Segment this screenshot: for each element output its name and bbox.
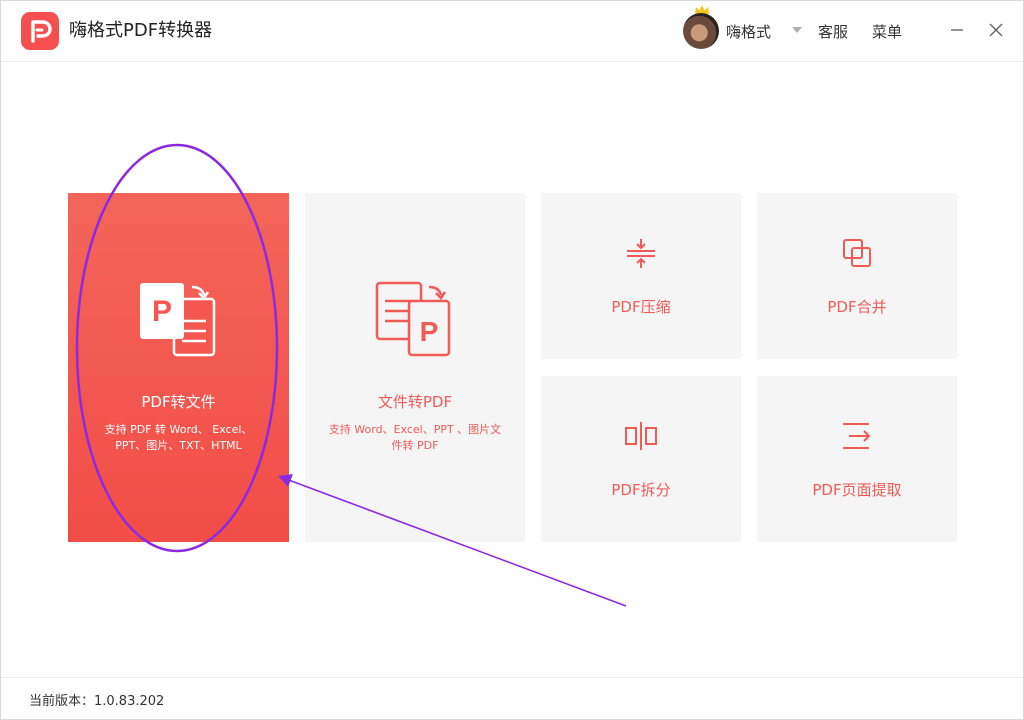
svg-text:P: P [420, 316, 439, 347]
tile-title: PDF合并 [827, 298, 887, 316]
tile-desc-line2: 件转 PDF [391, 439, 439, 452]
menu-button[interactable]: 菜单 [872, 21, 902, 42]
title-bar: 嗨格式PDF转换器 嗨格式 客服 菜单 [1, 1, 1023, 62]
username[interactable]: 嗨格式 [726, 21, 771, 42]
minimize-icon[interactable] [946, 19, 968, 41]
tile-pdf-compress[interactable]: PDF压缩 [541, 193, 741, 359]
split-icon [625, 422, 657, 450]
tile-pdf-merge[interactable]: PDF合并 [757, 193, 957, 359]
tile-title: PDF拆分 [611, 481, 671, 499]
compress-icon [627, 239, 655, 268]
close-icon[interactable] [985, 19, 1007, 41]
tile-file-to-pdf[interactable]: P 文件转PDF 支持 Word、Excel、PPT 、图片文 件转 PDF [305, 193, 525, 542]
tile-title: PDF页面提取 [812, 481, 902, 499]
app-window: 嗨格式PDF转换器 嗨格式 客服 菜单 P PDF转文件 支持 PDF 转 Wo… [0, 0, 1024, 720]
tile-title: 文件转PDF [377, 393, 453, 411]
tile-pdf-page-extract[interactable]: PDF页面提取 [757, 376, 957, 542]
user-avatar[interactable] [683, 13, 719, 49]
tile-title: PDF转文件 [141, 393, 216, 411]
app-title: 嗨格式PDF转换器 [69, 20, 213, 41]
extract-icon [843, 423, 871, 449]
tile-title: PDF压缩 [611, 298, 671, 316]
file-to-pdf-icon: P [375, 281, 451, 357]
chevron-down-icon[interactable] [792, 27, 802, 33]
merge-icon [843, 239, 871, 267]
tile-desc-line1: 支持 Word、Excel、PPT 、图片文 [328, 423, 502, 436]
tile-desc-line2: PPT、图片、TXT、HTML [115, 439, 242, 452]
tile-pdf-to-file[interactable]: P PDF转文件 支持 PDF 转 Word、 Excel、 PPT、图片、TX… [68, 193, 289, 542]
pdf-to-file-icon: P [140, 283, 216, 357]
tile-pdf-split[interactable]: PDF拆分 [541, 376, 741, 542]
tile-desc-line1: 支持 PDF 转 Word、 Excel、 [104, 423, 253, 436]
svg-text:P: P [152, 295, 172, 328]
version-label: 当前版本：1.0.83.202 [29, 694, 165, 709]
customer-service-button[interactable]: 客服 [818, 21, 848, 42]
status-footer: 当前版本：1.0.83.202 [1, 677, 1023, 720]
app-logo-icon [21, 12, 59, 50]
